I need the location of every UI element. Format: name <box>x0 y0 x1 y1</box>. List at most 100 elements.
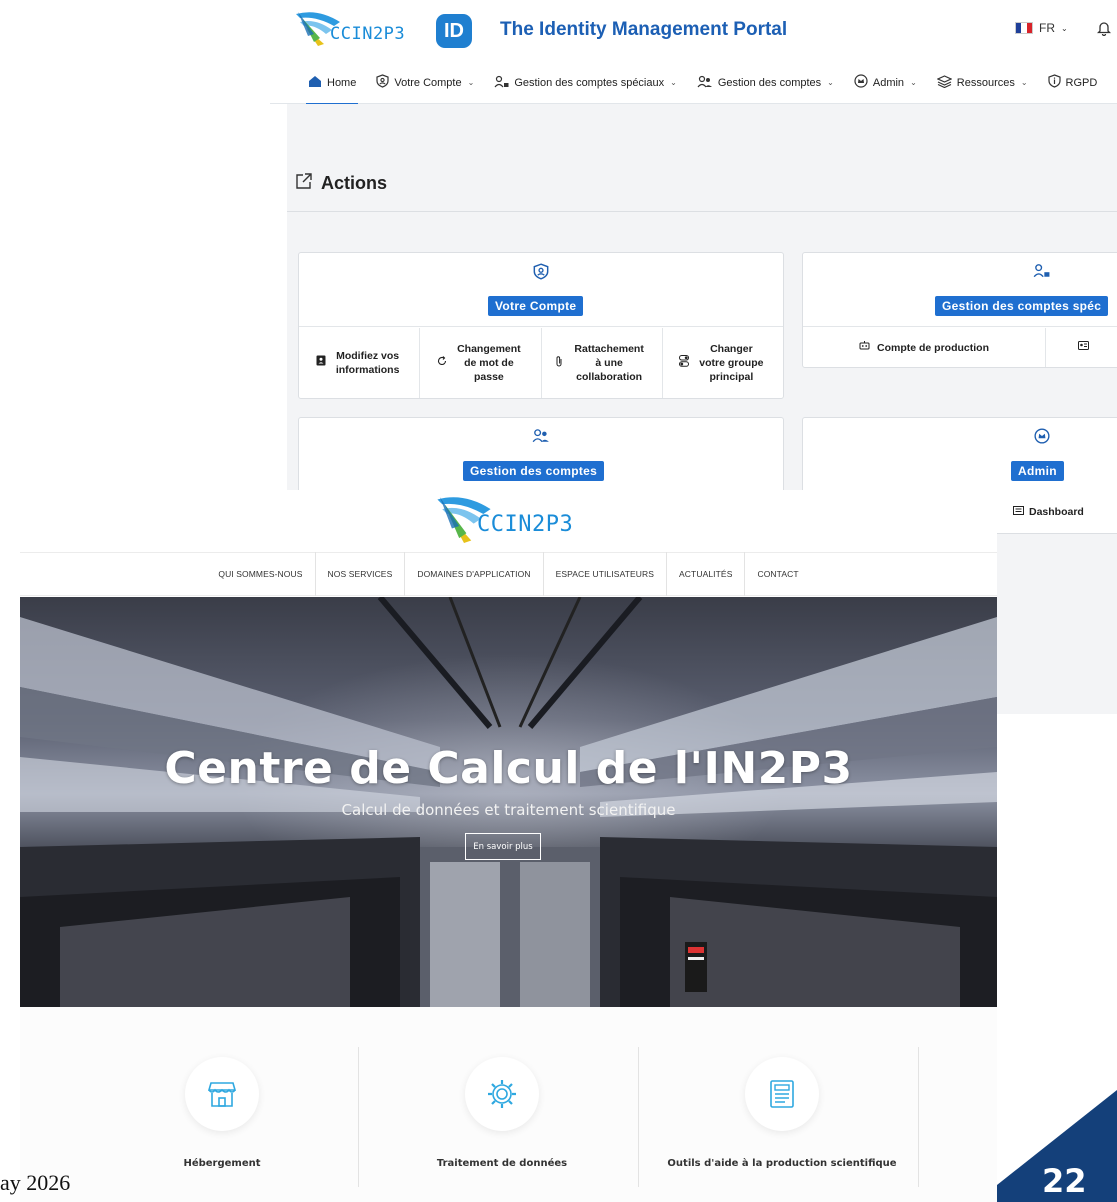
portal-header: CCIN2P3 ID The Identity Management Porta… <box>270 0 1117 62</box>
hero-banner: Centre de Calcul de l'IN2P3 Calcul de do… <box>20 597 997 1007</box>
slide-page-number: 22 <box>1042 1162 1087 1200</box>
nav-votre-compte[interactable]: Votre Compte ⌄ <box>366 62 484 104</box>
card-gestion-comptes-pill[interactable]: Gestion des comptes <box>463 461 605 481</box>
slide-date: ay 2026 <box>0 1170 71 1195</box>
id-badge: ID <box>436 14 472 48</box>
divider <box>638 1047 639 1187</box>
feature-circle <box>465 1057 539 1131</box>
site-nav-contact[interactable]: CONTACT <box>745 552 810 596</box>
users-icon <box>697 75 713 91</box>
user-lock-icon <box>1031 263 1051 283</box>
feature-traitement[interactable]: Traitement de données <box>362 1047 642 1187</box>
nav-admin-label: Admin <box>872 76 905 89</box>
nav-rgpd[interactable]: RGPD <box>1038 62 1108 104</box>
language-code: FR <box>1039 21 1055 35</box>
gear-icon <box>488 1080 516 1108</box>
card-gestion-comptes: Gestion des comptes <box>298 417 784 490</box>
action-label: Changer votre groupe principal <box>699 343 764 383</box>
layers-icon <box>936 74 953 91</box>
feature-outils[interactable]: Outils d'aide à la production scientifiq… <box>642 1047 922 1187</box>
site-nav-actualites[interactable]: ACTUALITÉS <box>667 552 746 596</box>
refresh-icon <box>437 355 447 371</box>
nav-gestion-comptes[interactable]: Gestion des comptes ⌄ <box>687 62 844 104</box>
card-admin-pill[interactable]: Admin <box>1011 461 1064 481</box>
nav-home[interactable]: Home <box>298 62 366 105</box>
user-shield-icon <box>376 74 389 91</box>
action-changement-mot-de-passe[interactable]: Changement de mot de passe <box>420 328 542 398</box>
action-label: Modifiez vos informations <box>335 350 400 376</box>
action-compte-production[interactable]: Compte de production <box>803 328 1046 367</box>
action-label: Rattachement à une collaboration <box>574 343 644 383</box>
identity-portal-window: CCIN2P3 ID The Identity Management Porta… <box>270 0 1117 490</box>
nav-ressources[interactable]: Ressources ⌄ <box>927 62 1038 104</box>
notification-bell-icon[interactable] <box>1096 20 1112 41</box>
action-modifiez-informations[interactable]: Modifiez vos informations <box>299 328 421 398</box>
action-changer-groupe[interactable]: Changer votre groupe principal <box>663 328 783 398</box>
portal-title: The Identity Management Portal <box>500 19 788 40</box>
nav-rgpd-label: RGPD <box>1065 76 1098 89</box>
hero-title: Centre de Calcul de l'IN2P3 <box>164 743 853 794</box>
nav-gestion-comptes-label: Gestion des comptes <box>717 76 822 89</box>
contact-card-icon <box>316 355 326 371</box>
card-votre-compte-header: Votre Compte <box>299 253 783 327</box>
feature-hebergement[interactable]: Hébergement <box>82 1047 362 1187</box>
card-comptes-speciaux: Gestion des comptes spéc Compte de produ… <box>802 252 1117 368</box>
portal-nav: Home Votre Compte ⌄ Gestion des comptes … <box>270 62 1117 105</box>
toggle-icon <box>679 354 690 372</box>
action-label: Changement de mot de passe <box>457 343 521 383</box>
action-label: Dashboard <box>1029 505 1084 518</box>
language-selector[interactable]: FR ⌄ <box>1015 21 1068 35</box>
card-comptes-speciaux-pill[interactable]: Gestion des comptes spéc <box>935 296 1109 316</box>
feature-circle <box>185 1057 259 1131</box>
feature-circle <box>745 1057 819 1131</box>
home-icon <box>308 75 322 91</box>
info-shield-icon <box>1047 74 1061 91</box>
card-votre-compte-actions: Modifiez vos informations Changement de … <box>299 328 783 398</box>
action-partial[interactable] <box>1046 328 1117 367</box>
nav-admin[interactable]: Admin ⌄ <box>844 62 927 104</box>
admin-card-continuation: Dashboard <box>997 490 1117 714</box>
chevron-down-icon: ⌄ <box>1020 78 1028 87</box>
chevron-down-icon: ⌄ <box>670 78 677 87</box>
site-nav: QUI SOMMES-NOUS NOS SERVICES DOMAINES D'… <box>20 552 997 596</box>
site-nav-espace-utilisateurs[interactable]: ESPACE UTILISATEURS <box>544 552 668 596</box>
crown-shield-icon <box>1032 428 1052 448</box>
en-savoir-plus-button[interactable]: En savoir plus <box>465 833 541 860</box>
card-comptes-speciaux-header: Gestion des comptes spéc <box>803 253 1117 327</box>
nav-home-label: Home <box>327 76 357 89</box>
actions-header: Actions <box>287 104 1117 212</box>
users-icon <box>531 428 551 448</box>
external-link-icon <box>295 172 313 195</box>
hero-subtitle: Calcul de données et traitement scientif… <box>341 801 676 819</box>
user-shield-icon <box>531 263 551 283</box>
robot-icon <box>859 340 870 355</box>
ccin2p3-logo[interactable]: CCIN2P3 <box>294 8 405 48</box>
divider <box>358 1047 359 1187</box>
crown-shield-icon <box>854 74 868 91</box>
nav-comptes-speciaux-label: Gestion des comptes spéciaux <box>514 76 665 89</box>
storefront-icon <box>207 1082 237 1107</box>
nav-votre-compte-label: Votre Compte <box>394 76 462 89</box>
ccin2p3-website: CCIN2P3 QUI SOMMES-NOUS NOS SERVICES DOM… <box>20 490 997 1202</box>
site-nav-nos-services[interactable]: NOS SERVICES <box>316 552 406 596</box>
site-logo[interactable]: CCIN2P3 <box>435 492 573 548</box>
card-comptes-speciaux-actions: Compte de production <box>803 328 1117 367</box>
card-admin: Admin <box>802 417 1117 490</box>
chevron-down-icon: ⌄ <box>467 78 475 87</box>
logo-text: CCIN2P3 <box>330 24 406 44</box>
action-rattachement-collaboration[interactable]: Rattachement à une collaboration <box>542 328 663 398</box>
action-dashboard[interactable]: Dashboard <box>997 490 1117 534</box>
feature-label: Traitement de données <box>436 1158 568 1169</box>
nav-comptes-speciaux[interactable]: Gestion des comptes spéciaux ⌄ <box>484 62 687 104</box>
site-nav-qui-sommes-nous[interactable]: QUI SOMMES-NOUS <box>206 552 316 596</box>
id-card-icon <box>1078 340 1089 355</box>
france-flag-icon <box>1015 22 1033 34</box>
paperclip-icon <box>555 355 563 372</box>
user-lock-icon <box>494 75 509 91</box>
card-votre-compte-pill[interactable]: Votre Compte <box>488 296 584 316</box>
features-section: Hébergement Traitement de données Outils… <box>20 1007 997 1202</box>
feature-label: Outils d'aide à la production scientifiq… <box>667 1158 897 1169</box>
chevron-down-icon: ⌄ <box>827 78 834 87</box>
site-nav-domaines[interactable]: DOMAINES D'APPLICATION <box>405 552 544 596</box>
chevron-down-icon: ⌄ <box>910 78 917 87</box>
